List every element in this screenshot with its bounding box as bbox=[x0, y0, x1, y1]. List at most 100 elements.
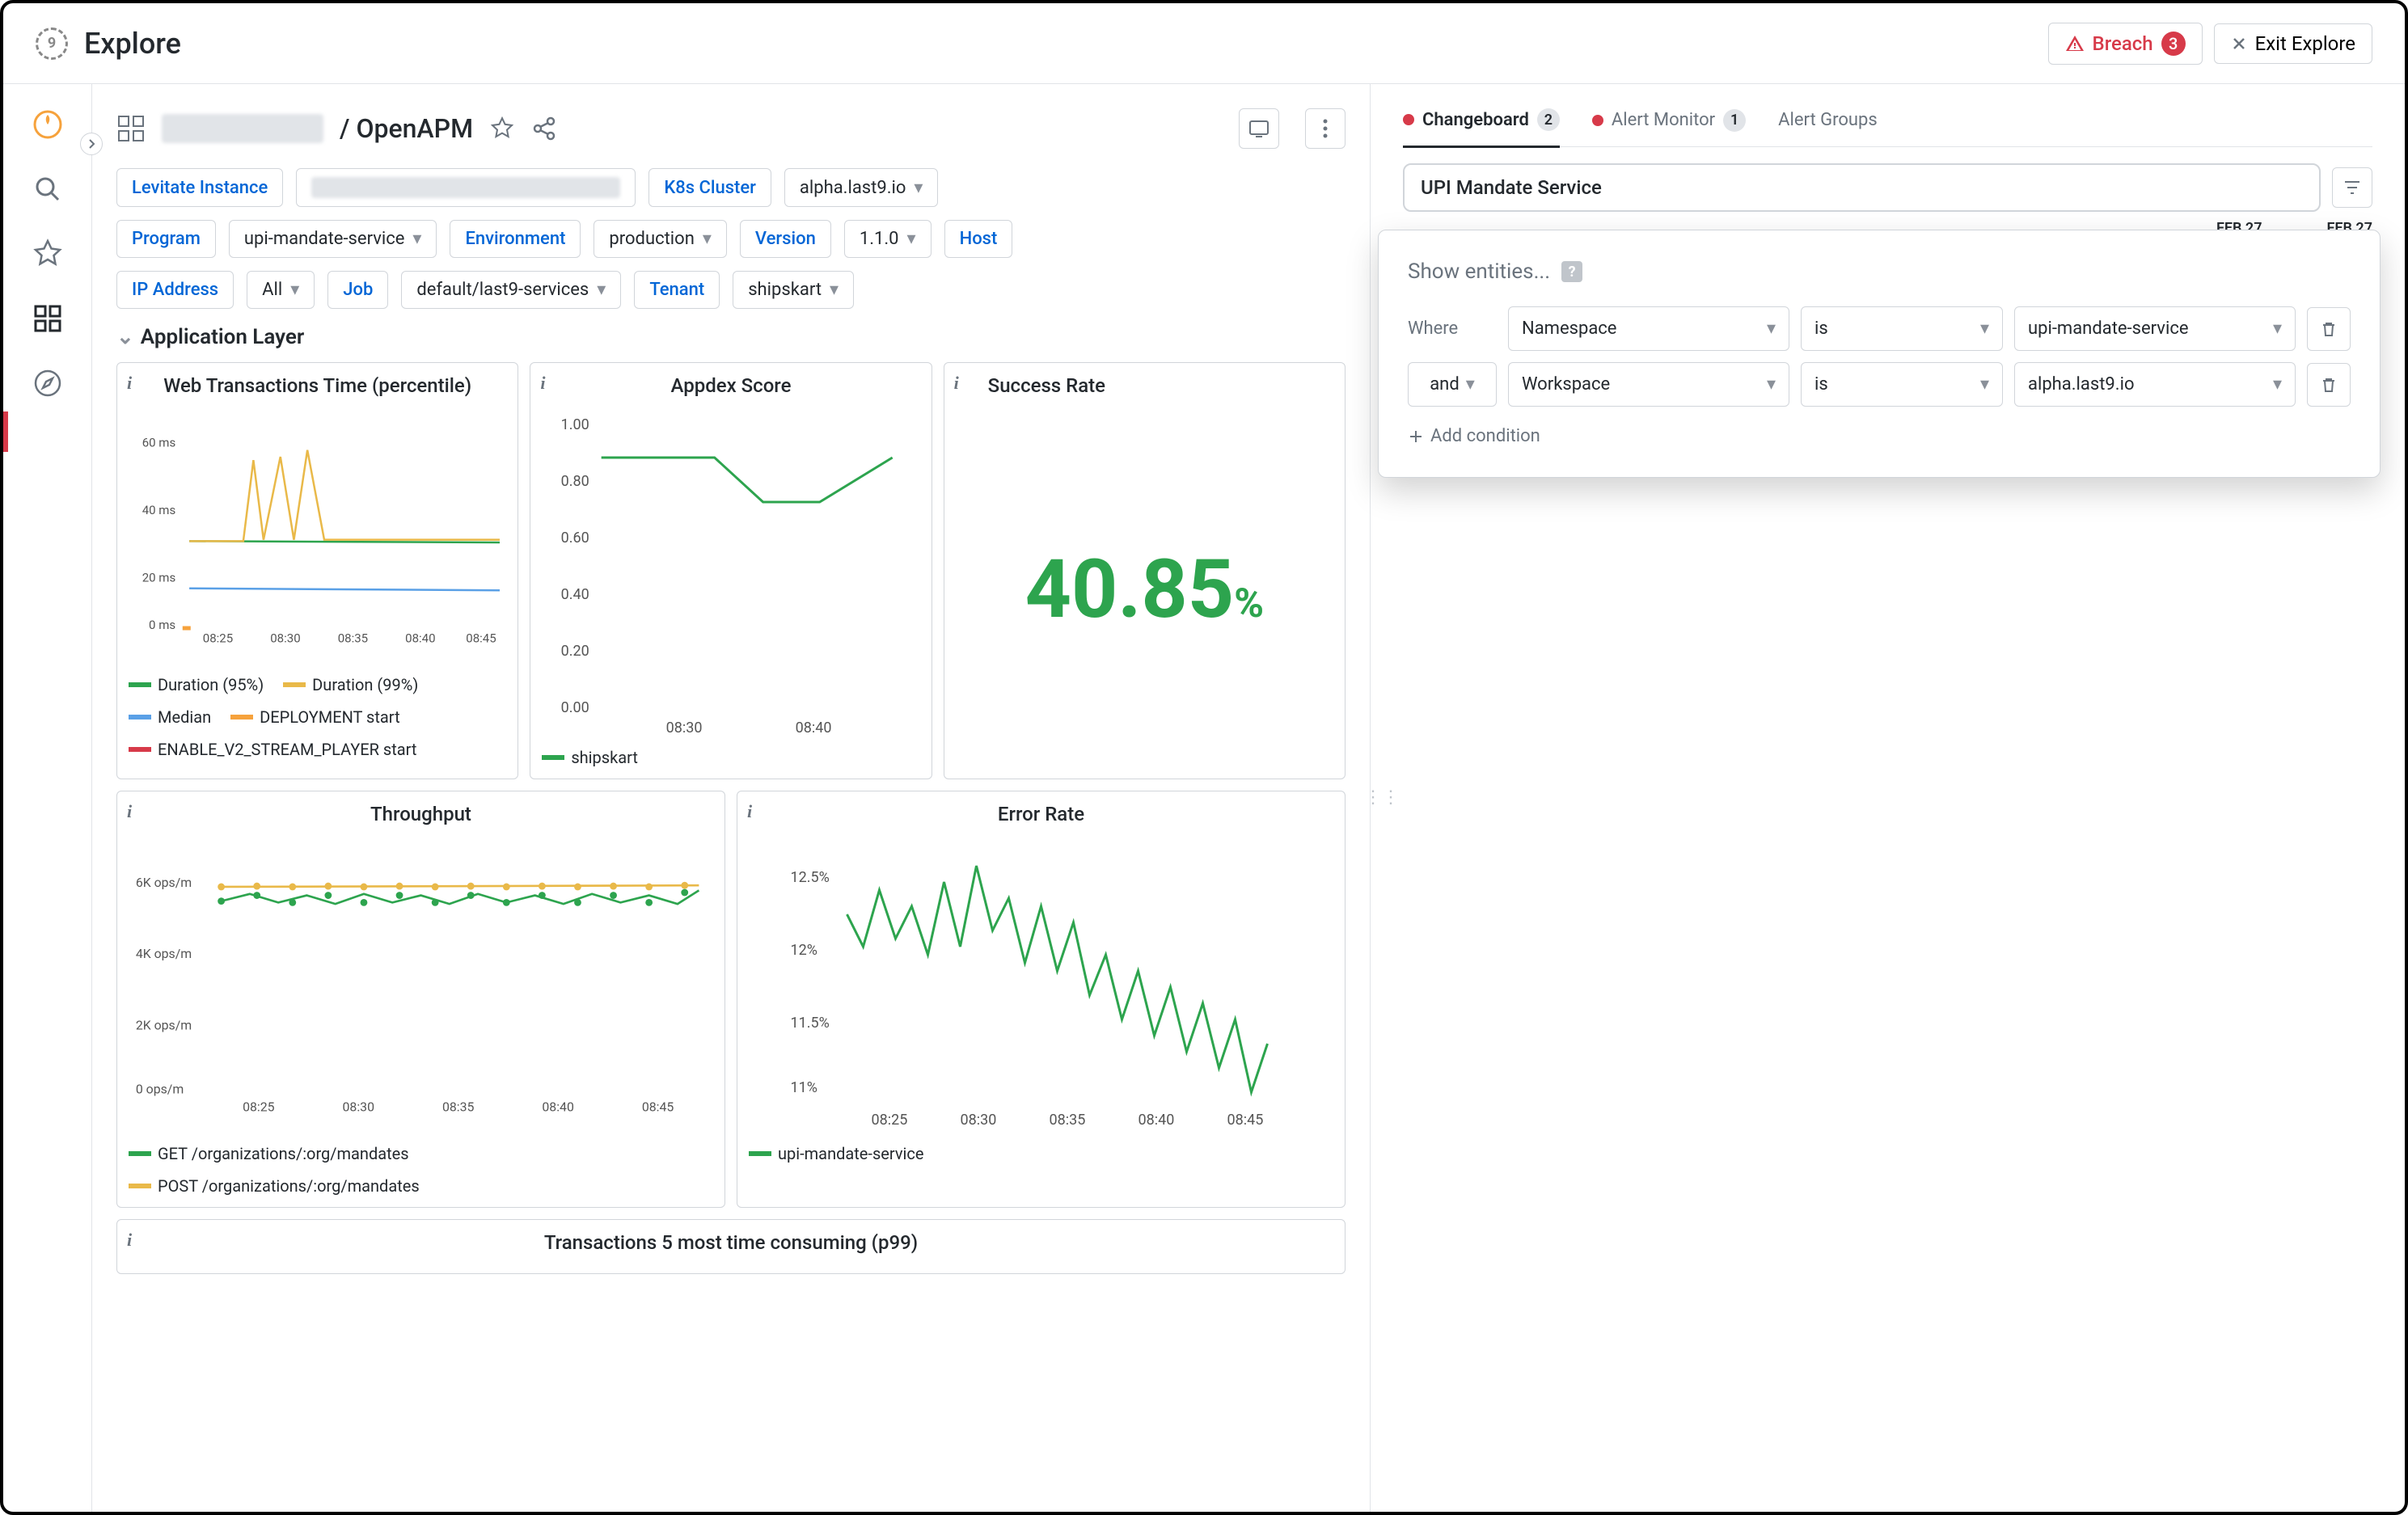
svg-text:40 ms: 40 ms bbox=[142, 503, 176, 517]
compass-icon[interactable] bbox=[32, 367, 64, 399]
breadcrumb-redacted bbox=[162, 114, 323, 143]
svg-text:08:40: 08:40 bbox=[1139, 1112, 1175, 1129]
svg-text:08:40: 08:40 bbox=[542, 1099, 574, 1115]
share-icon[interactable] bbox=[531, 116, 557, 141]
tenant-label[interactable]: Tenant bbox=[634, 271, 720, 309]
help-icon[interactable]: ? bbox=[1561, 261, 1582, 282]
alert-icon bbox=[2065, 34, 2085, 53]
job-label[interactable]: Job bbox=[327, 271, 388, 309]
info-icon[interactable]: i bbox=[540, 373, 545, 394]
info-icon[interactable]: i bbox=[747, 801, 752, 822]
job-select[interactable]: default/last9-services▾ bbox=[401, 271, 621, 309]
panel-resize-handle[interactable]: ⋮⋮ bbox=[1364, 787, 1400, 808]
tab-alert-groups[interactable]: Alert Groups bbox=[1778, 100, 1878, 146]
app-logo: 9 bbox=[36, 27, 68, 60]
chart-error-rate[interactable]: i Error Rate 12.5% 12% 11.5% 11% 08:25 0… bbox=[737, 791, 1346, 1208]
filter-icon-button[interactable] bbox=[2332, 167, 2372, 208]
chart-appdex-score[interactable]: i Appdex Score 1.00 0.80 0.60 0.40 0.20 … bbox=[530, 362, 932, 779]
svg-text:11%: 11% bbox=[791, 1079, 817, 1096]
svg-text:60 ms: 60 ms bbox=[142, 436, 176, 450]
svg-text:12.5%: 12.5% bbox=[791, 869, 830, 886]
environment-label[interactable]: Environment bbox=[450, 220, 581, 258]
tab-changeboard[interactable]: Changeboard2 bbox=[1403, 100, 1560, 148]
search-icon[interactable] bbox=[32, 173, 64, 205]
svg-text:0 ops/m: 0 ops/m bbox=[136, 1082, 184, 1097]
svg-text:0.40: 0.40 bbox=[561, 586, 589, 603]
popover-title: Show entities... ? bbox=[1408, 260, 2351, 284]
svg-text:08:45: 08:45 bbox=[1227, 1112, 1264, 1129]
environment-select[interactable]: production▾ bbox=[594, 220, 726, 258]
svg-text:08:30: 08:30 bbox=[343, 1099, 375, 1115]
svg-text:08:35: 08:35 bbox=[338, 631, 368, 646]
sidebar-active-indicator bbox=[3, 411, 8, 452]
chart-top-transactions[interactable]: i Transactions 5 most time consuming (p9… bbox=[116, 1219, 1346, 1274]
svg-text:08:45: 08:45 bbox=[466, 631, 496, 646]
svg-text:08:30: 08:30 bbox=[666, 720, 703, 736]
svg-text:08:25: 08:25 bbox=[243, 1099, 275, 1115]
svg-text:12%: 12% bbox=[791, 942, 817, 959]
tab-alert-monitor[interactable]: Alert Monitor1 bbox=[1592, 100, 1746, 146]
program-select[interactable]: upi-mandate-service▾ bbox=[229, 220, 437, 258]
section-application-layer[interactable]: ⌄Application Layer bbox=[116, 325, 1370, 349]
service-name-pill[interactable]: UPI Mandate Service bbox=[1403, 163, 2321, 212]
version-label[interactable]: Version bbox=[740, 220, 831, 258]
host-label[interactable]: Host bbox=[944, 220, 1013, 258]
breach-button[interactable]: Breach 3 bbox=[2048, 23, 2203, 65]
grafana-icon[interactable] bbox=[32, 108, 64, 141]
svg-text:08:25: 08:25 bbox=[203, 631, 233, 646]
svg-text:08:45: 08:45 bbox=[642, 1099, 674, 1115]
k8s-cluster-label[interactable]: K8s Cluster bbox=[648, 168, 771, 207]
exit-explore-button[interactable]: Exit Explore bbox=[2214, 23, 2372, 64]
plus-icon bbox=[1408, 428, 1424, 445]
condition-field-select[interactable]: Workspace▾ bbox=[1508, 362, 1789, 407]
k8s-cluster-select[interactable]: alpha.last9.io▾ bbox=[784, 168, 939, 207]
info-icon[interactable]: i bbox=[127, 801, 132, 822]
condition-value-select[interactable]: alpha.last9.io▾ bbox=[2014, 362, 2296, 407]
program-label[interactable]: Program bbox=[116, 220, 216, 258]
logical-and-select[interactable]: and▾ bbox=[1408, 362, 1497, 407]
ip-address-label[interactable]: IP Address bbox=[116, 271, 234, 309]
condition-op-select[interactable]: is▾ bbox=[1801, 362, 2003, 407]
panel-view-button[interactable] bbox=[1239, 108, 1279, 149]
favorite-star-icon[interactable] bbox=[489, 116, 515, 141]
svg-text:08:30: 08:30 bbox=[961, 1112, 997, 1129]
condition-op-select[interactable]: is▾ bbox=[1801, 306, 2003, 351]
svg-text:0.80: 0.80 bbox=[561, 473, 589, 490]
dashboard-grid-icon[interactable] bbox=[32, 302, 64, 335]
breadcrumb-suffix: / OpenAPM bbox=[340, 113, 473, 144]
add-condition-button[interactable]: Add condition bbox=[1408, 426, 1540, 446]
delete-condition-button[interactable] bbox=[2307, 307, 2351, 351]
panels-icon[interactable] bbox=[116, 114, 146, 143]
svg-text:08:25: 08:25 bbox=[872, 1112, 908, 1129]
levitate-value-redacted[interactable] bbox=[296, 168, 636, 207]
svg-text:08:35: 08:35 bbox=[442, 1099, 475, 1115]
close-icon bbox=[2231, 36, 2247, 52]
sidebar bbox=[3, 84, 92, 1512]
svg-text:08:35: 08:35 bbox=[1050, 1112, 1086, 1129]
chart-throughput[interactable]: i Throughput 6K ops/m 4K ops/m 2K ops/m … bbox=[116, 791, 725, 1208]
star-icon[interactable] bbox=[32, 238, 64, 270]
condition-field-select[interactable]: Namespace▾ bbox=[1508, 306, 1789, 351]
entity-filter-popover: Show entities... ? Where Namespace▾ is▾ … bbox=[1378, 230, 2381, 478]
chart-web-transactions-time[interactable]: i Web Transactions Time (percentile) 60 … bbox=[116, 362, 518, 779]
ip-address-select[interactable]: All▾ bbox=[247, 271, 315, 309]
tenant-select[interactable]: shipskart▾ bbox=[733, 271, 854, 309]
svg-text:1.00: 1.00 bbox=[561, 416, 589, 433]
svg-text:0.60: 0.60 bbox=[561, 530, 589, 546]
svg-text:08:40: 08:40 bbox=[796, 720, 832, 736]
info-icon[interactable]: i bbox=[127, 373, 132, 394]
version-select[interactable]: 1.1.0▾ bbox=[844, 220, 932, 258]
success-rate-value: 40.85% bbox=[956, 542, 1333, 637]
condition-value-select[interactable]: upi-mandate-service▾ bbox=[2014, 306, 2296, 351]
svg-text:6K ops/m: 6K ops/m bbox=[136, 875, 192, 890]
svg-text:08:30: 08:30 bbox=[270, 631, 300, 646]
delete-condition-button[interactable] bbox=[2307, 363, 2351, 407]
page-title: Explore bbox=[84, 27, 2048, 61]
levitate-instance-label[interactable]: Levitate Instance bbox=[116, 168, 283, 207]
chart-success-rate[interactable]: i Success Rate 40.85% bbox=[944, 362, 1346, 779]
info-icon[interactable]: i bbox=[954, 373, 959, 394]
where-label: Where bbox=[1408, 319, 1497, 339]
kebab-menu-button[interactable] bbox=[1305, 108, 1346, 149]
info-icon[interactable]: i bbox=[127, 1230, 132, 1251]
svg-text:0.20: 0.20 bbox=[561, 643, 589, 660]
